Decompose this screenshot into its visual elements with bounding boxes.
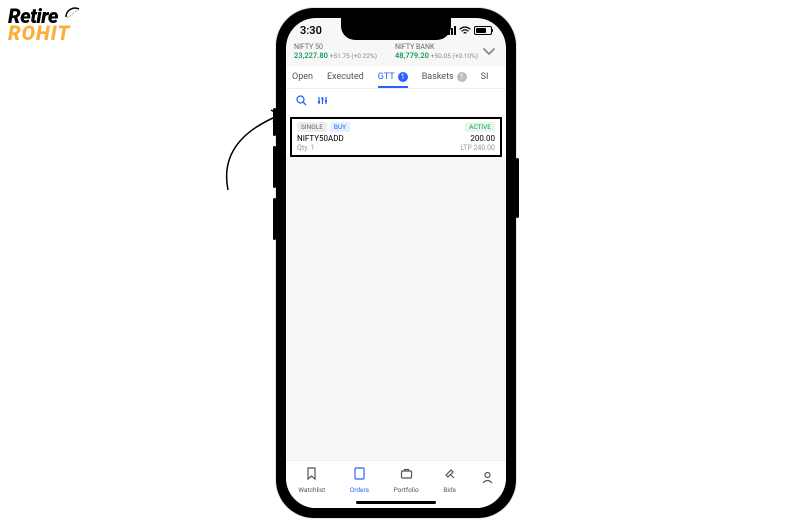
bookmark-icon xyxy=(305,467,318,484)
order-price: 200.00 xyxy=(470,134,495,143)
order-type-tag: SINGLE xyxy=(297,122,327,132)
order-symbol: NIFTY50ADD xyxy=(297,134,344,143)
phone-frame: 3:30 NIFTY 50 23,227.80 +51.75 (+0.22%) … xyxy=(276,8,516,518)
order-tabs: Open Executed GTT 1 Baskets 1 SI xyxy=(286,66,506,89)
market-label: NIFTY BANK xyxy=(395,43,478,51)
filter-row xyxy=(286,89,506,115)
market-bar: NIFTY 50 23,227.80 +51.75 (+0.22%) NIFTY… xyxy=(286,37,506,66)
logo-arc-icon xyxy=(65,5,81,19)
status-right-icons xyxy=(445,26,492,35)
tab-label: Open xyxy=(292,72,313,82)
phone-power-button xyxy=(516,158,519,218)
order-qty: Qty. 1 xyxy=(297,144,315,152)
phone-volume-up-button xyxy=(273,146,276,188)
tab-label: Executed xyxy=(327,72,364,82)
battery-icon xyxy=(474,26,492,35)
logo-line2: ROHIT xyxy=(8,25,71,42)
market-value: 23,227.80 +51.75 (+0.22%) xyxy=(294,51,377,60)
tab-label: SI xyxy=(481,72,489,82)
nav-watchlist[interactable]: Watchlist xyxy=(298,467,325,494)
orders-content: SINGLE BUY ACTIVE NIFTY50ADD 200.00 Qty.… xyxy=(286,117,506,157)
gtt-order-card[interactable]: SINGLE BUY ACTIVE NIFTY50ADD 200.00 Qty.… xyxy=(290,117,502,157)
phone-volume-down-button xyxy=(273,198,276,240)
nav-label: Watchlist xyxy=(298,486,325,494)
market-value: 48,779.20 +50.05 (+0.10%) xyxy=(395,51,478,60)
nav-profile[interactable] xyxy=(481,471,494,490)
nav-portfolio[interactable]: Portfolio xyxy=(394,467,419,494)
status-time: 3:30 xyxy=(300,24,322,37)
order-row-main: NIFTY50ADD 200.00 xyxy=(297,134,495,143)
tab-badge: 1 xyxy=(398,72,408,82)
tab-executed[interactable]: Executed xyxy=(327,66,364,88)
orders-icon xyxy=(353,467,366,484)
order-side-tag: BUY xyxy=(330,122,350,132)
market-item-niftybank[interactable]: NIFTY BANK 48,779.20 +50.05 (+0.10%) xyxy=(395,43,478,60)
tab-baskets[interactable]: Baskets 1 xyxy=(422,66,467,88)
tab-sip[interactable]: SI xyxy=(481,66,489,88)
search-icon[interactable] xyxy=(296,95,307,109)
user-icon xyxy=(481,471,494,488)
phone-screen: 3:30 NIFTY 50 23,227.80 +51.75 (+0.22%) … xyxy=(286,18,506,508)
tab-badge: 1 xyxy=(457,72,467,82)
order-row-sub: Qty. 1 LTP 240.00 xyxy=(297,144,495,152)
order-row-tags: SINGLE BUY ACTIVE xyxy=(297,122,495,132)
phone-notch xyxy=(341,18,451,40)
filter-icon[interactable] xyxy=(317,95,328,109)
nav-bids[interactable]: Bids xyxy=(443,467,456,494)
chevron-down-icon[interactable] xyxy=(482,45,496,61)
nav-label: Portfolio xyxy=(394,486,419,494)
tab-label: GTT xyxy=(378,72,395,82)
market-item-nifty50[interactable]: NIFTY 50 23,227.80 +51.75 (+0.22%) xyxy=(294,43,377,60)
briefcase-icon xyxy=(400,467,413,484)
order-status-tag: ACTIVE xyxy=(465,122,495,132)
order-ltp: LTP 240.00 xyxy=(460,144,495,152)
tab-label: Baskets xyxy=(422,72,454,82)
brand-logo: Retire ROHIT xyxy=(8,8,71,42)
order-left-tags: SINGLE BUY xyxy=(297,122,350,132)
market-label: NIFTY 50 xyxy=(294,43,377,51)
wifi-icon xyxy=(459,26,471,35)
nav-label: Bids xyxy=(443,486,456,494)
gavel-icon xyxy=(443,467,456,484)
nav-orders[interactable]: Orders xyxy=(350,467,369,494)
home-indicator xyxy=(356,501,436,504)
nav-label: Orders xyxy=(350,486,369,494)
phone-side-button xyxy=(273,108,276,136)
tab-open[interactable]: Open xyxy=(292,66,313,88)
tab-gtt[interactable]: GTT 1 xyxy=(378,66,408,88)
